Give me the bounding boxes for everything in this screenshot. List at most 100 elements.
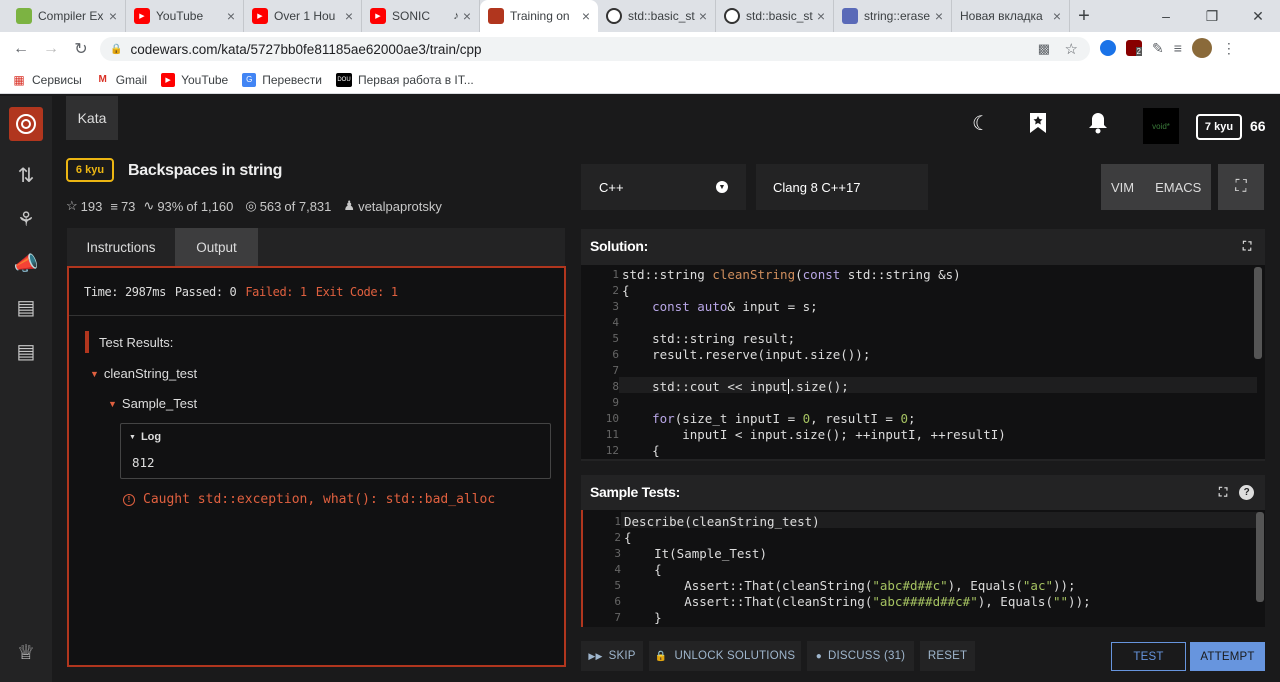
address-bar[interactable]: 🔒 codewars.com/kata/5727bb0fe81185ae6200… — [100, 37, 1090, 61]
attempt-button[interactable]: ATTEMPT — [1190, 642, 1265, 671]
describe-block[interactable]: ▼ cleanString_test — [90, 366, 197, 381]
community-icon[interactable]: ⚘ — [0, 197, 52, 241]
fullscreen-icon[interactable]: ⛶ — [1218, 164, 1264, 210]
editor-scrollbar[interactable] — [1254, 267, 1262, 359]
browser-tab[interactable]: Compiler Ex × — [8, 0, 126, 32]
close-tab-icon[interactable]: × — [463, 8, 471, 24]
output-panel: Time: 2987ms Passed: 0 Failed: 1 Exit Co… — [67, 266, 566, 667]
solution-editor[interactable]: 1 2 3 4 5 6 7 8 9 10 11 12 std::string cleanString(… — [581, 265, 1265, 459]
minimize-icon[interactable]: – — [1143, 0, 1189, 32]
log-box[interactable]: ▼ Log 812 — [120, 423, 551, 479]
user-avatar[interactable]: void* — [1143, 108, 1179, 144]
gmail-icon: M — [98, 74, 107, 85]
chat-icon[interactable]: ▤ — [0, 285, 52, 329]
practice-icon[interactable]: ⇅ — [0, 153, 52, 197]
browser-tab[interactable]: ▶ SONIC ♪ × — [362, 0, 480, 32]
skip-icon: ▶▶ — [588, 650, 603, 661]
url-text: codewars.com/kata/5727bb0fe81185ae62000a… — [130, 41, 482, 57]
instructions-output-tabs: Instructions Output — [67, 228, 565, 266]
bookmark-label: YouTube — [181, 72, 229, 87]
close-tab-icon[interactable]: × — [699, 8, 707, 24]
browser-tab[interactable]: Новая вкладка × — [952, 0, 1070, 32]
cppreference-icon — [606, 8, 622, 24]
browser-tab[interactable]: std::basic_st × — [716, 0, 834, 32]
youtube-icon: ▶ — [134, 8, 150, 24]
translate-page-icon[interactable]: ▩ — [1038, 41, 1050, 57]
youtube-icon: ▶ — [161, 72, 176, 87]
bookmark-icon[interactable] — [1025, 110, 1051, 136]
tab-instructions[interactable]: Instructions — [67, 228, 175, 266]
extensions-puzzle-icon[interactable]: ✎ — [1152, 40, 1164, 57]
bookmark-youtube[interactable]: ▶ YouTube — [161, 72, 229, 87]
browser-tab[interactable]: ▶ Over 1 Hou × — [244, 0, 362, 32]
reading-list-icon[interactable]: ≡ — [1174, 40, 1182, 56]
it-block[interactable]: ▼ Sample_Test — [108, 396, 197, 411]
profile-avatar[interactable] — [1191, 38, 1212, 58]
compiler-select[interactable]: Clang 8 C++17 — [756, 164, 928, 210]
kata-stats: ☆ 193 ≡ 73 ∿ 93% of 1,160 ◎ 563 of 7,831… — [66, 198, 445, 214]
kata-author[interactable]: vetalpaprotsky — [358, 199, 442, 214]
reset-button[interactable]: RESET — [920, 641, 975, 671]
close-tab-icon[interactable]: × — [227, 8, 235, 24]
browser-tab-strip: Compiler Ex × ▶ YouTube × ▶ Over 1 Hou × ▶ SONIC ♪… — [0, 0, 1280, 32]
kata-title: Backspaces in string — [128, 162, 283, 179]
code-line: for(size_t inputI = 0, resultI = 0; — [652, 411, 916, 426]
collapse-triangle-icon: ▼ — [90, 368, 99, 379]
audio-playing-icon[interactable]: ♪ — [453, 10, 459, 22]
browser-tab[interactable]: std::basic_st × — [598, 0, 716, 32]
close-tab-icon[interactable]: × — [582, 8, 590, 24]
kata-nav-tab[interactable]: Kata — [66, 96, 118, 140]
youtube-icon: ▶ — [252, 8, 268, 24]
docs-icon[interactable]: ▤ — [0, 329, 52, 373]
code-line: std::string result; — [622, 331, 796, 346]
language-select[interactable]: C++ ▼ — [581, 164, 746, 210]
browser-tab[interactable]: Training on × — [480, 0, 598, 32]
leaderboard-trophy-icon[interactable]: ♕ — [0, 630, 52, 674]
vim-button[interactable]: VIM — [1111, 180, 1134, 195]
skip-button[interactable]: ▶▶ SKIP — [581, 641, 643, 671]
close-tab-icon[interactable]: × — [345, 8, 353, 24]
close-tab-icon[interactable]: × — [935, 8, 943, 24]
extension-ublock-icon[interactable]: 2 — [1126, 40, 1142, 56]
code-line: It(Sample_Test) — [624, 546, 767, 561]
log-value: 812 — [132, 455, 155, 470]
close-tab-icon[interactable]: × — [817, 8, 825, 24]
close-window-icon[interactable]: ✕ — [1235, 0, 1280, 32]
test-button[interactable]: TEST — [1111, 642, 1186, 671]
bookmark-dou[interactable]: DOU Первая работа в IT... — [335, 72, 474, 87]
maximize-icon[interactable]: ❐ — [1189, 0, 1235, 32]
extension-globe-icon[interactable] — [1100, 40, 1116, 56]
sample-tests-editor[interactable]: 1 2 3 4 5 6 7 Describe(cleanString_test) { It(… — [581, 510, 1265, 627]
forward-icon[interactable]: → — [36, 34, 66, 64]
browser-tab[interactable]: ▶ YouTube × — [126, 0, 244, 32]
bookmark-star-icon[interactable]: ☆ — [1065, 40, 1078, 58]
editor-scrollbar[interactable] — [1256, 512, 1264, 602]
close-tab-icon[interactable]: × — [109, 8, 117, 24]
bookmark-apps[interactable]: ▦ Сервисы — [12, 73, 81, 87]
line-number: 1 — [612, 268, 619, 281]
discuss-button[interactable]: ● DISCUSS (31) — [807, 641, 914, 671]
expand-editor-icon[interactable]: ⛶ — [1243, 239, 1251, 254]
notifications-bell-icon[interactable] — [1085, 110, 1111, 136]
line-number: 1 — [614, 515, 621, 528]
back-icon[interactable]: ← — [6, 34, 36, 64]
close-tab-icon[interactable]: × — [1053, 8, 1061, 24]
emacs-button[interactable]: EMACS — [1155, 180, 1201, 195]
help-icon[interactable]: ? — [1239, 484, 1254, 500]
unlock-solutions-button[interactable]: 🔒 UNLOCK SOLUTIONS — [649, 641, 801, 671]
announcements-icon[interactable]: 📣 — [0, 241, 52, 285]
new-tab-button[interactable]: + — [1070, 0, 1098, 32]
bookmark-gmail[interactable]: M Gmail — [96, 73, 148, 87]
browser-menu-icon[interactable]: ⋮ — [1222, 40, 1236, 57]
code-line: Describe(cleanString_test) — [624, 514, 820, 529]
lock-icon: 🔒 — [654, 650, 668, 662]
expand-tests-icon[interactable]: ⛶ — [1219, 485, 1227, 500]
reload-icon[interactable]: ↻ — [66, 34, 96, 64]
browser-tab[interactable]: string::erase × — [834, 0, 952, 32]
solution-title-bar: Solution: ⛶ — [581, 229, 1265, 263]
codewars-logo-icon[interactable] — [9, 107, 43, 141]
dark-mode-moon-icon[interactable]: ☾ — [968, 110, 994, 136]
tab-output[interactable]: Output — [175, 228, 258, 266]
bookmark-translate[interactable]: G Перевести — [242, 72, 322, 87]
code-line: { — [624, 562, 662, 577]
